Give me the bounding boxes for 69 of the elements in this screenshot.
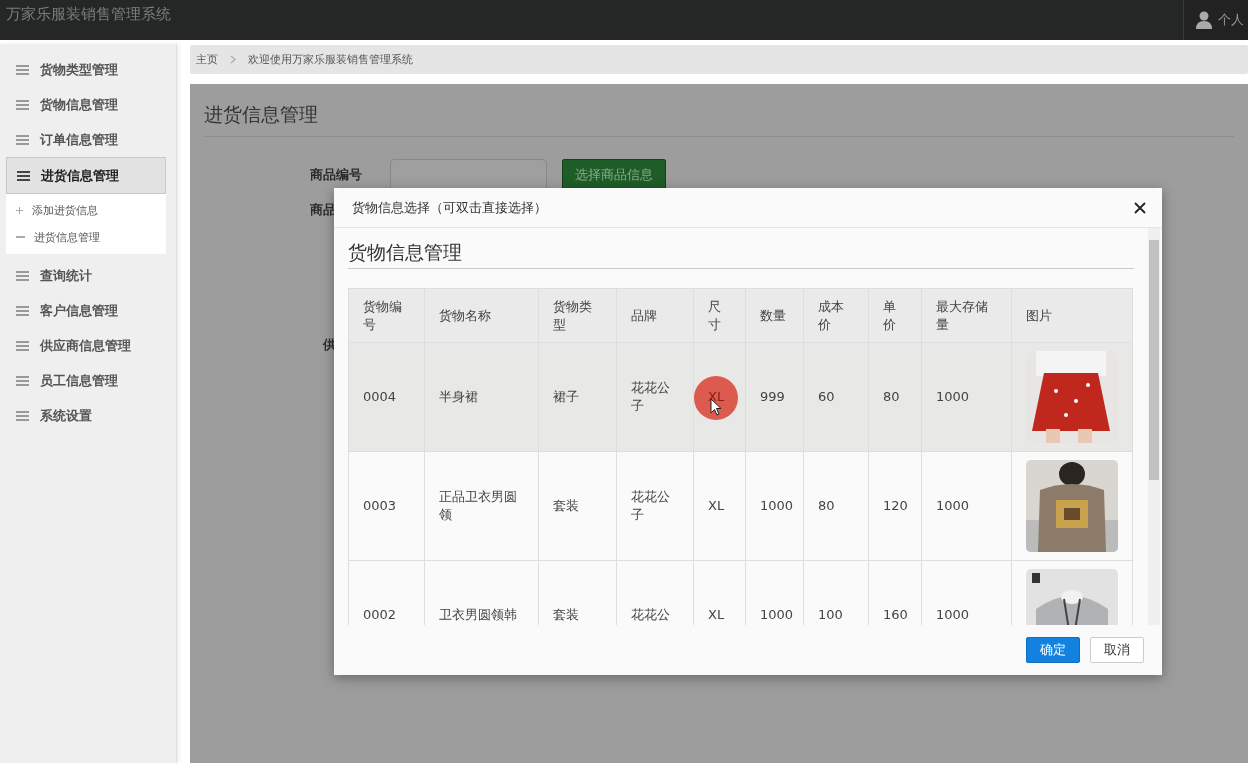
table-cell: XL [693, 342, 746, 452]
table-cell: 裙子 [538, 342, 617, 452]
menu-icon [16, 340, 29, 351]
breadcrumb-link[interactable]: 欢迎使用万家乐服装销售管理系统 [248, 52, 413, 67]
table-cell: 999 [745, 342, 804, 452]
sidebar-item[interactable]: 客户信息管理 [0, 293, 171, 328]
plus-icon [16, 207, 23, 214]
table-cell: 0003 [348, 451, 425, 561]
table-row[interactable]: 0003 正品卫衣男圆领 套装 花花公子 XL 1000 80 120 1000 [348, 451, 1133, 561]
menu-icon [16, 375, 29, 386]
sidebar-item[interactable]: 员工信息管理 [0, 363, 171, 398]
sidebar-item[interactable]: 供应商信息管理 [0, 328, 171, 363]
close-button[interactable] [1132, 199, 1148, 216]
table-cell: 花花公子 [616, 342, 694, 452]
chevron-icon [230, 55, 236, 64]
menu-icon [17, 170, 30, 181]
sidebar-item[interactable]: 进货信息管理 [6, 157, 166, 194]
column-header: 品牌 [616, 288, 694, 343]
menu-icon [16, 305, 29, 316]
column-header: 货物编号 [348, 288, 425, 343]
user-menu[interactable]: 个人 [1183, 0, 1248, 40]
sidebar-item[interactable]: 货物类型管理 [0, 52, 171, 87]
scrollbar[interactable] [1148, 228, 1160, 625]
table-cell: 正品卫衣男圆领 [424, 451, 539, 561]
table-cell: 套装 [538, 451, 617, 561]
cancel-button[interactable]: 取消 [1090, 637, 1144, 663]
submenu-item[interactable]: 进货信息管理 [6, 224, 166, 251]
table-cell: 半身裙 [424, 342, 539, 452]
confirm-button[interactable]: 确定 [1026, 637, 1080, 663]
column-header: 单价 [868, 288, 922, 343]
table-cell: 80 [803, 451, 869, 561]
table-cell: 60 [803, 342, 869, 452]
section-heading: 货物信息管理 [348, 240, 1134, 269]
column-header: 成本价 [803, 288, 869, 343]
table-cell: 1000 [921, 451, 1012, 561]
column-header: 尺寸 [693, 288, 746, 343]
sidebar-item[interactable]: 订单信息管理 [0, 122, 171, 157]
sidebar-item[interactable]: 货物信息管理 [0, 87, 171, 122]
column-header: 货物名称 [424, 288, 539, 343]
input-field[interactable] [390, 159, 547, 191]
table-cell: 1000 [745, 451, 804, 561]
table-cell: 120 [868, 451, 922, 561]
column-header: 数量 [745, 288, 804, 343]
field-label: 商品编号 [310, 166, 363, 184]
table-cell: 80 [868, 342, 922, 452]
column-header: 货物类型 [538, 288, 617, 343]
table-cell: XL [693, 451, 746, 561]
column-header: 图片 [1011, 288, 1133, 343]
sidebar-item[interactable]: 查询统计 [0, 258, 171, 293]
table-cell: 花花公子 [616, 451, 694, 561]
dialog-title: 货物信息选择（可双击直接选择） [352, 198, 547, 217]
table-row[interactable]: 0004 半身裙 裙子 花花公子 XL 999 60 80 1000 [348, 342, 1133, 452]
user-icon [1196, 11, 1212, 29]
menu-icon [16, 410, 29, 421]
table-cell: 0004 [348, 342, 425, 452]
dash-icon [16, 236, 25, 239]
menu-icon [16, 134, 29, 145]
close-icon [1134, 201, 1146, 214]
page-title: 进货信息管理 [204, 84, 1234, 137]
sidebar-item[interactable]: 系统设置 [0, 398, 171, 433]
menu-icon [16, 99, 29, 110]
breadcrumb-link[interactable]: 主页 [196, 52, 218, 67]
table-cell: 1000 [921, 342, 1012, 452]
menu-icon [16, 64, 29, 75]
menu-icon [16, 270, 29, 281]
column-header: 最大存储量 [921, 288, 1012, 343]
submenu-item[interactable]: 添加进货信息 [6, 197, 166, 224]
app-title: 万家乐服装销售管理系统 [5, 4, 171, 24]
table-cell: 0002 [348, 560, 425, 625]
